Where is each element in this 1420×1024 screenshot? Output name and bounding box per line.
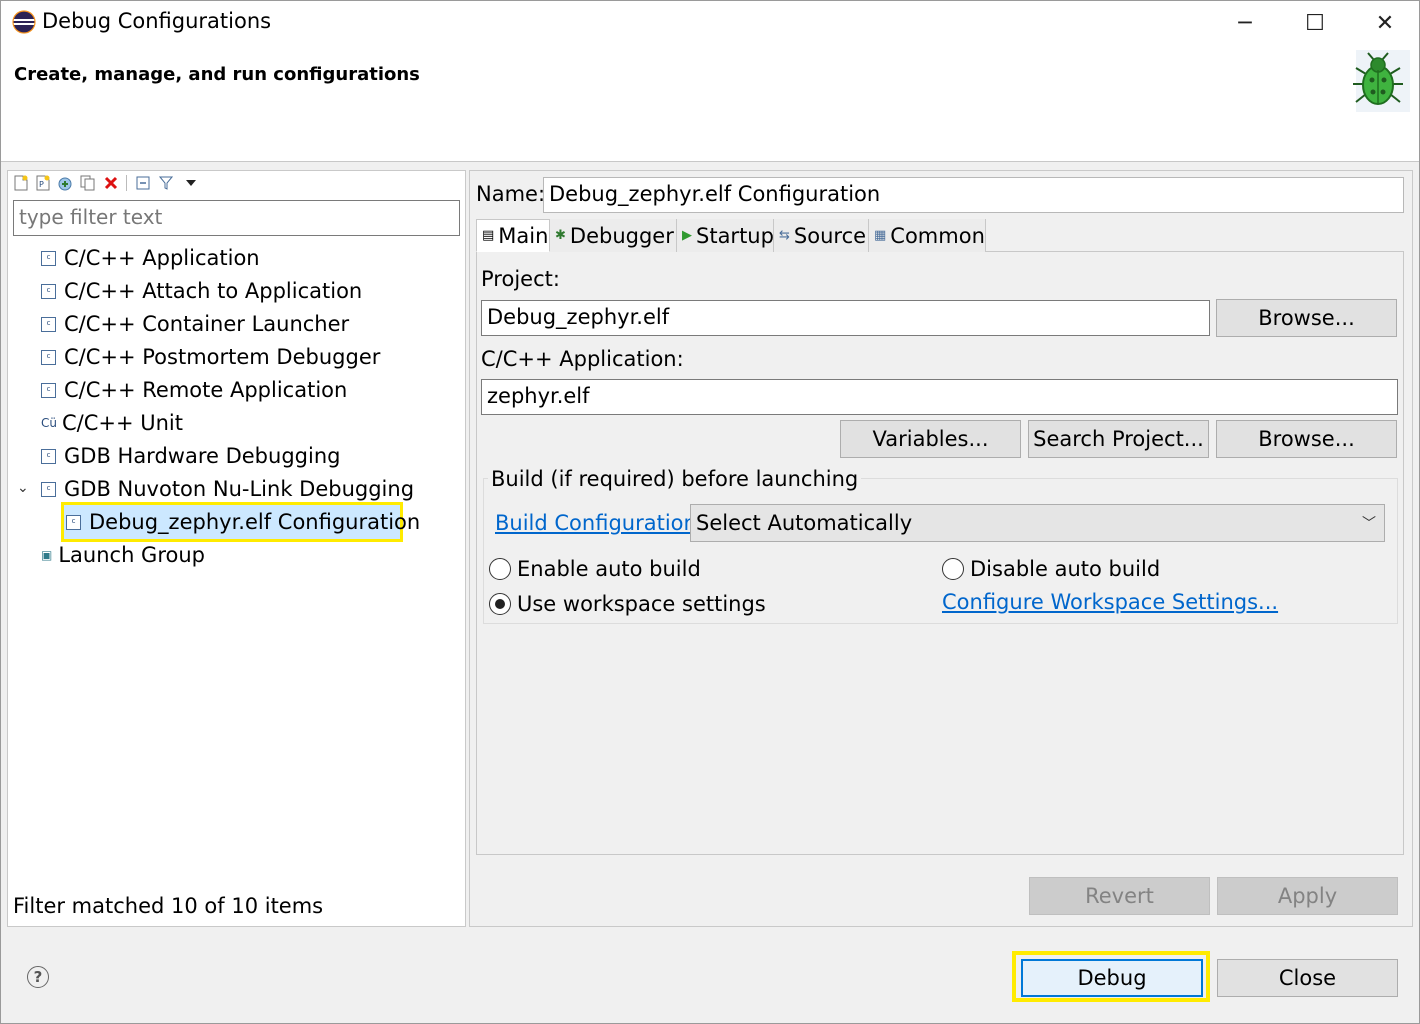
tree-item-label: C/C++ Container Launcher (64, 312, 350, 336)
tab-label: Source (793, 223, 867, 248)
svg-text:P: P (39, 180, 44, 189)
name-input[interactable]: Debug_zephyr.elf Configuration (543, 177, 1404, 213)
browse-project-button[interactable]: Browse... (1216, 299, 1397, 337)
tab-debugger[interactable]: ✱ Debugger (550, 219, 677, 252)
c-config-icon: c (41, 316, 56, 332)
tab-common[interactable]: ▦ Common (869, 219, 986, 252)
tab-label: Main (498, 223, 549, 248)
tree-item-cpp-remote[interactable]: c C/C++ Remote Application (41, 374, 347, 406)
debug-button[interactable]: Debug (1021, 959, 1203, 997)
build-configuration-value: Select Automatically (696, 511, 913, 535)
tree-item-launch-group[interactable]: ▣ Launch Group (41, 539, 205, 571)
name-label: Name: (476, 182, 546, 206)
tree-item-gdb-nuvoton[interactable]: c GDB Nuvoton Nu-Link Debugging (41, 473, 414, 505)
tab-label: Debugger (569, 223, 674, 248)
enable-auto-build-label: Enable auto build (517, 557, 701, 581)
search-project-button[interactable]: Search Project... (1028, 420, 1209, 458)
view-menu-icon[interactable] (182, 174, 200, 192)
application-field[interactable]: zephyr.elf (481, 379, 1398, 415)
cunit-icon: Cü (41, 416, 57, 430)
c-config-icon: c (41, 283, 56, 299)
chevron-down-icon: ﹀ (1362, 516, 1376, 532)
tree-item-label: C/C++ Unit (61, 411, 184, 435)
delete-icon[interactable] (102, 174, 120, 192)
disable-auto-build-option[interactable]: Disable auto build (942, 557, 1160, 581)
tree-item-label: C/C++ Application (64, 246, 260, 270)
tab-label: Common (890, 223, 985, 248)
export-icon[interactable] (56, 174, 74, 192)
tree-item-cpp-application[interactable]: c C/C++ Application (41, 242, 260, 274)
filter-icon[interactable] (157, 174, 175, 192)
c-config-icon: c (66, 514, 81, 530)
configure-workspace-settings-link[interactable]: Configure Workspace Settings... (942, 590, 1278, 614)
enable-auto-build-radio[interactable] (489, 558, 511, 580)
minimize-button[interactable]: ─ (1210, 1, 1280, 45)
tree-item-label: Launch Group (58, 543, 205, 567)
application-label: C/C++ Application: (481, 347, 684, 371)
new-prototype-icon[interactable]: P (34, 174, 52, 192)
source-tab-icon: ⇆ (779, 228, 790, 243)
c-config-icon: c (41, 349, 56, 365)
eclipse-logo-icon (12, 10, 36, 34)
toolbar-separator (126, 175, 127, 191)
tree-item-label: C/C++ Postmortem Debugger (64, 345, 381, 369)
tab-source[interactable]: ⇆ Source (774, 219, 869, 252)
maximize-button[interactable]: ☐ (1280, 1, 1350, 45)
tab-label: Startup (696, 223, 774, 248)
duplicate-icon[interactable] (79, 174, 97, 192)
chevron-down-icon[interactable]: ⌄ (17, 480, 29, 496)
build-configuration-link[interactable]: Build Configuration: (495, 511, 704, 535)
tree-item-cpp-container[interactable]: c C/C++ Container Launcher (41, 308, 349, 340)
enable-auto-build-option[interactable]: Enable auto build (489, 557, 701, 581)
revert-button[interactable]: Revert (1029, 877, 1210, 915)
main-tab-icon: ▤ (482, 228, 495, 243)
build-group-title: Build (if required) before launching (488, 467, 862, 491)
c-config-icon: c (41, 382, 56, 398)
tree-item-label: C/C++ Attach to Application (64, 279, 363, 303)
startup-tab-icon: ▶ (682, 228, 692, 243)
debugger-tab-icon: ✱ (555, 228, 566, 243)
c-config-icon: c (41, 481, 56, 497)
disable-auto-build-radio[interactable] (942, 558, 964, 580)
tree-item-cpp-unit[interactable]: Cü C/C++ Unit (41, 407, 183, 439)
launch-group-icon: ▣ (41, 548, 53, 562)
use-workspace-settings-label: Use workspace settings (517, 592, 766, 616)
header-title: Create, manage, and run configurations (14, 64, 420, 85)
build-configuration-select[interactable]: Select Automatically ﹀ (690, 504, 1385, 542)
c-config-icon: c (41, 250, 56, 266)
tree-item-label: GDB Hardware Debugging (64, 444, 341, 468)
tree-item-label: GDB Nuvoton Nu-Link Debugging (64, 477, 415, 501)
tree-item-label: C/C++ Remote Application (64, 378, 348, 402)
variables-button[interactable]: Variables... (840, 420, 1021, 458)
close-window-button[interactable]: ✕ (1350, 1, 1420, 45)
new-config-icon[interactable] (12, 174, 30, 192)
bug-icon (1353, 50, 1410, 112)
c-config-icon: c (41, 448, 56, 464)
tab-main[interactable]: ▤ Main (476, 219, 550, 252)
tree-item-label: Debug_zephyr.elf Configuration (89, 510, 421, 534)
tree-item-cpp-postmortem[interactable]: c C/C++ Postmortem Debugger (41, 341, 380, 373)
use-workspace-settings-radio[interactable] (489, 593, 511, 615)
window-title: Debug Configurations (42, 9, 272, 33)
use-workspace-settings-option[interactable]: Use workspace settings (489, 592, 766, 616)
help-icon[interactable]: ? (27, 966, 49, 988)
close-button[interactable]: Close (1217, 959, 1398, 997)
common-tab-icon: ▦ (874, 228, 887, 243)
filter-input[interactable]: type filter text (13, 200, 460, 236)
dialog-header (1, 45, 1419, 162)
disable-auto-build-label: Disable auto build (970, 557, 1161, 581)
filter-status: Filter matched 10 of 10 items (13, 894, 324, 918)
project-label: Project: (481, 267, 560, 291)
project-field[interactable]: Debug_zephyr.elf (481, 300, 1210, 336)
tree-item-debug-zephyr[interactable]: c Debug_zephyr.elf Configuration (66, 506, 420, 538)
tab-startup[interactable]: ▶ Startup (677, 219, 774, 252)
tree-item-cpp-attach[interactable]: c C/C++ Attach to Application (41, 275, 362, 307)
browse-application-button[interactable]: Browse... (1216, 420, 1397, 458)
tree-item-gdb-hardware[interactable]: c GDB Hardware Debugging (41, 440, 340, 472)
apply-button[interactable]: Apply (1217, 877, 1398, 915)
collapse-all-icon[interactable] (134, 174, 152, 192)
